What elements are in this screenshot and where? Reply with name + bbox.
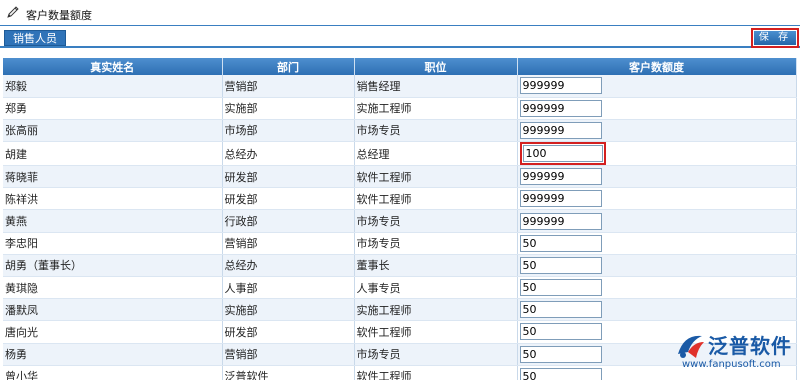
cell-dept: 营销部	[222, 232, 355, 255]
cell-dept: 总经办	[222, 254, 355, 278]
quota-input[interactable]	[519, 168, 602, 186]
cell-quota	[517, 187, 797, 211]
quota-input[interactable]	[519, 99, 602, 117]
cell-dept: 总经办	[222, 141, 355, 167]
table-row: 李忠阳 营销部 市场专员	[3, 232, 797, 255]
quota-input[interactable]	[519, 212, 602, 230]
cell-position: 董事长	[354, 254, 518, 278]
cell-quota	[517, 165, 797, 189]
cell-position: 软件工程师	[354, 187, 518, 211]
cell-name: 杨勇	[3, 343, 223, 366]
pen-icon	[7, 6, 19, 18]
cell-quota	[517, 232, 797, 255]
brand-name: 泛普软件	[708, 334, 792, 358]
quota-input[interactable]	[519, 77, 602, 95]
cell-dept: 实施部	[222, 298, 355, 322]
cell-dept: 泛普软件	[222, 365, 355, 380]
table-row: 郑勇 实施部 实施工程师	[3, 97, 797, 120]
cell-quota	[517, 298, 797, 322]
fanpu-logo-icon	[678, 335, 704, 358]
cell-name: 曾小华	[3, 365, 223, 380]
title-bar: 客户数量额度	[0, 0, 800, 26]
table-row: 胡勇（董事长） 总经办 董事长	[3, 254, 797, 278]
quota-input[interactable]	[519, 301, 602, 319]
toolbar: 销售人员 保 存	[0, 28, 800, 48]
cell-position: 人事专员	[354, 276, 518, 300]
cell-name: 黄琪隐	[3, 276, 223, 300]
quota-input[interactable]	[519, 323, 602, 341]
col-header-quota[interactable]: 客户数额度	[517, 58, 797, 75]
quota-input[interactable]	[519, 279, 602, 297]
page-title: 客户数量额度	[26, 9, 92, 22]
col-header-dept[interactable]: 部门	[222, 58, 355, 75]
cell-position: 市场专员	[354, 119, 518, 143]
cell-quota	[517, 141, 797, 167]
cell-name: 胡勇（董事长）	[3, 254, 223, 278]
cell-dept: 营销部	[222, 75, 355, 98]
quota-input[interactable]	[519, 234, 602, 252]
cell-name: 唐向光	[3, 320, 223, 344]
cell-name: 郑毅	[3, 75, 223, 98]
cell-position: 市场专员	[354, 232, 518, 255]
table-row: 胡建 总经办 总经理	[3, 141, 797, 167]
quota-input[interactable]	[519, 121, 602, 139]
table-row: 蒋晓菲 研发部 软件工程师	[3, 165, 797, 189]
quota-input[interactable]	[522, 145, 603, 163]
cell-quota	[517, 254, 797, 278]
cell-name: 郑勇	[3, 97, 223, 120]
cell-dept: 人事部	[222, 276, 355, 300]
quota-input[interactable]	[519, 367, 602, 380]
cell-name: 潘默凤	[3, 298, 223, 322]
cell-dept: 市场部	[222, 119, 355, 143]
table-row: 张高丽 市场部 市场专员	[3, 119, 797, 143]
cell-quota	[517, 276, 797, 300]
cell-name: 蒋晓菲	[3, 165, 223, 189]
cell-quota	[517, 119, 797, 143]
table-row: 黄琪隐 人事部 人事专员	[3, 276, 797, 300]
cell-position: 销售经理	[354, 75, 518, 98]
cell-position: 市场专员	[354, 209, 518, 233]
cell-position: 实施工程师	[354, 97, 518, 120]
cell-quota	[517, 75, 797, 98]
brand-url: www.fanpusoft.com	[682, 359, 781, 370]
cell-position: 软件工程师	[354, 320, 518, 344]
cell-quota	[517, 97, 797, 120]
cell-position: 软件工程师	[354, 165, 518, 189]
col-header-name[interactable]: 真实姓名	[3, 58, 223, 75]
cell-dept: 研发部	[222, 320, 355, 344]
table-row: 黄燕 行政部 市场专员	[3, 209, 797, 233]
cell-position: 市场专员	[354, 343, 518, 366]
cell-position: 实施工程师	[354, 298, 518, 322]
cell-dept: 营销部	[222, 343, 355, 366]
table-row: 潘默凤 实施部 实施工程师	[3, 298, 797, 322]
cell-quota	[517, 209, 797, 233]
cell-dept: 行政部	[222, 209, 355, 233]
cell-position: 总经理	[354, 141, 518, 167]
cell-name: 黄燕	[3, 209, 223, 233]
cell-name: 胡建	[3, 141, 223, 167]
cell-position: 软件工程师	[354, 365, 518, 380]
table-row: 郑毅 营销部 销售经理	[3, 75, 797, 98]
quota-input[interactable]	[519, 256, 602, 274]
save-button[interactable]: 保 存	[754, 31, 796, 45]
cell-dept: 实施部	[222, 97, 355, 120]
cell-name: 张高丽	[3, 119, 223, 143]
brand-watermark: 泛普软件 www.fanpusoft.com	[668, 326, 798, 374]
quota-input-highlight	[519, 142, 606, 165]
table-row: 陈祥洪 研发部 软件工程师	[3, 187, 797, 211]
quota-input[interactable]	[519, 345, 602, 363]
cell-dept: 研发部	[222, 187, 355, 211]
col-header-position[interactable]: 职位	[354, 58, 518, 75]
save-button-highlight: 保 存	[751, 28, 799, 48]
cell-name: 李忠阳	[3, 232, 223, 255]
tab-sales-staff[interactable]: 销售人员	[4, 30, 66, 46]
cell-dept: 研发部	[222, 165, 355, 189]
table-header-row: 真实姓名 部门 职位 客户数额度	[3, 58, 797, 75]
quota-input[interactable]	[519, 190, 602, 208]
cell-name: 陈祥洪	[3, 187, 223, 211]
